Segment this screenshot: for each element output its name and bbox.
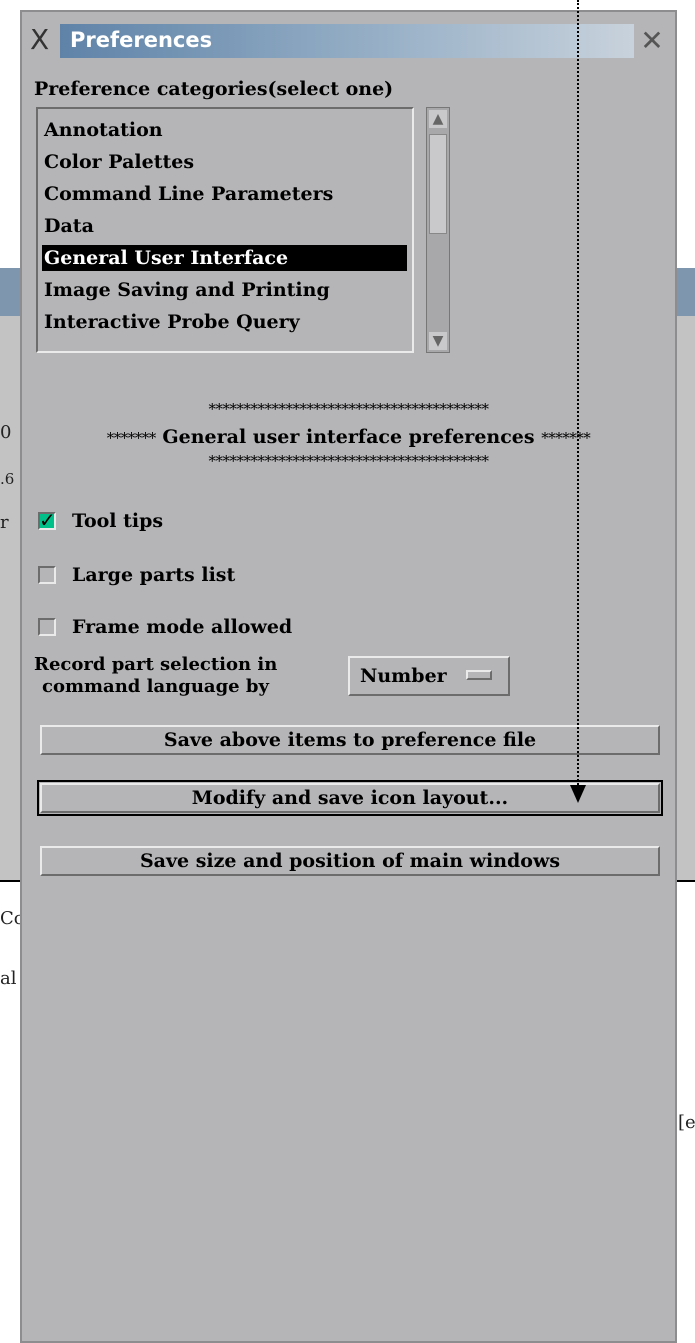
tool-tips-label: Tool tips [72, 510, 164, 532]
list-item[interactable]: Color Palettes [42, 149, 407, 175]
annotation-arrow-icon [570, 785, 586, 803]
scroll-down-icon[interactable]: ▼ [429, 332, 447, 350]
record-label-line2: command language by [42, 676, 269, 697]
modify-icon-layout-button[interactable]: Modify and save icon layout... [37, 780, 663, 816]
option-menu-indicator-icon [466, 670, 492, 680]
frame-mode-checkbox[interactable] [38, 618, 56, 636]
close-icon[interactable]: ✕ [636, 25, 668, 57]
background-text-fragment: 0 [0, 422, 12, 443]
record-selection-menu[interactable]: Number [348, 656, 510, 696]
background-text-fragment: [e [678, 1112, 695, 1133]
categories-label: Preference categories(select one) [34, 78, 394, 100]
scroll-up-icon[interactable]: ▲ [429, 110, 447, 128]
stars-prefix: ******* [106, 429, 157, 447]
tool-tips-checkbox[interactable]: ✓ [38, 508, 56, 532]
background-text-fragment: r [0, 512, 9, 533]
background-text-fragment: .6 [0, 470, 15, 488]
list-item-selected[interactable]: General User Interface [42, 245, 407, 271]
record-label-line1: Record part selection in [34, 654, 278, 675]
frame-mode-label: Frame mode allowed [72, 616, 293, 638]
annotation-dotted-line [577, 0, 579, 788]
large-parts-list-label: Large parts list [72, 564, 236, 586]
categories-scrollbar[interactable]: ▲ ▼ [426, 107, 450, 353]
list-item[interactable]: Command Line Parameters [42, 181, 407, 207]
list-item[interactable]: Interactive Probe Query [42, 309, 407, 335]
save-preferences-button[interactable]: Save above items to preference file [40, 725, 660, 755]
scroll-thumb[interactable] [429, 134, 447, 234]
large-parts-list-checkbox[interactable] [38, 566, 56, 584]
background-text-fragment: al [0, 968, 17, 989]
stars-suffix: ******* [541, 429, 591, 447]
x-logo-icon: X [30, 23, 50, 56]
record-selection-value: Number [360, 665, 447, 687]
categories-list[interactable]: Annotation Color Palettes Command Line P… [36, 107, 414, 353]
list-item[interactable]: Image Saving and Printing [42, 277, 407, 303]
window-title: Preferences [70, 28, 213, 52]
section-heading-text: General user interface preferences [162, 426, 535, 448]
list-item[interactable]: Data [42, 213, 407, 239]
checkmark-icon: ✓ [39, 508, 56, 532]
save-window-layout-button[interactable]: Save size and position of main windows [40, 846, 660, 876]
list-item[interactable]: Annotation [42, 117, 407, 143]
